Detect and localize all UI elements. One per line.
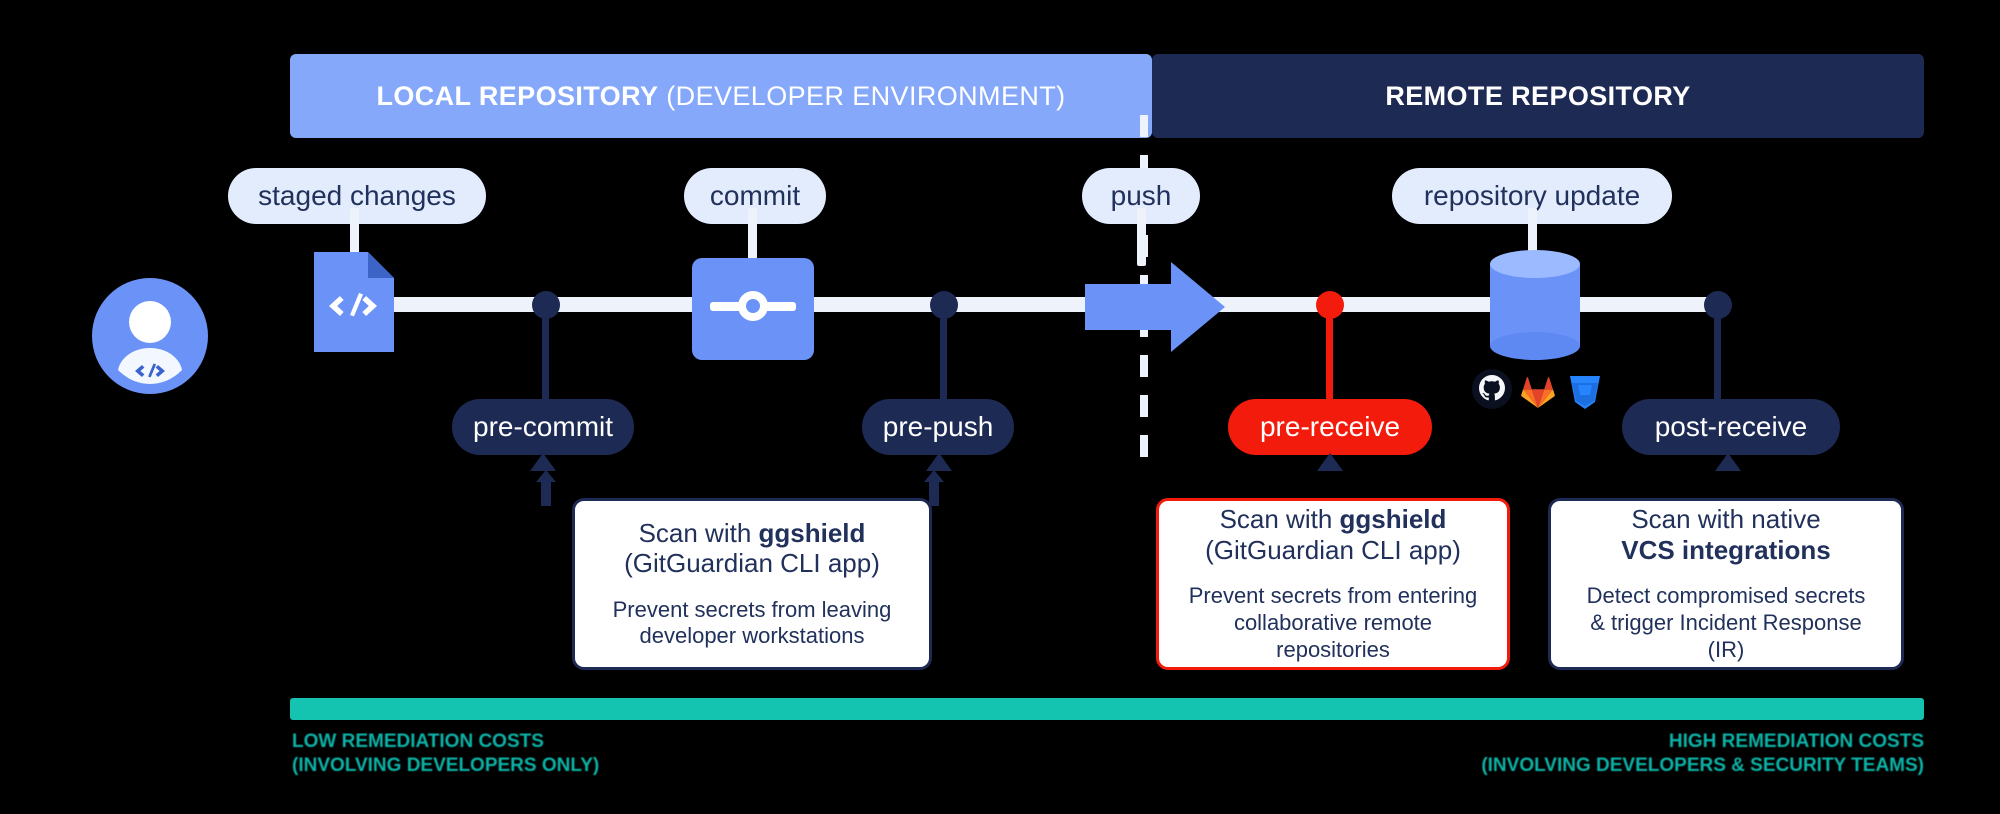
- band-remote-repository: REMOTE REPOSITORY: [1152, 54, 1924, 138]
- callout-pre-receive-headline-bold: ggshield: [1339, 504, 1447, 535]
- callout-card-pre-commit: Scan with ggshield (GitGuardian CLI app)…: [572, 498, 932, 670]
- band-remote-bold: REMOTE REPOSITORY: [1385, 80, 1691, 111]
- developer-avatar-icon: [92, 278, 208, 394]
- callout-pre-commit-body: Prevent secrets from leaving developer w…: [613, 597, 892, 651]
- remediation-cost-high-line2: (INVOLVING DEVELOPERS & SECURITY TEAMS): [1481, 754, 1924, 776]
- hook-pill-post-receive-label: post-receive: [1654, 411, 1808, 442]
- diagram-canvas: LOCAL REPOSITORY (DEVELOPER ENVIRONMENT)…: [0, 0, 2000, 814]
- vcs-icons-group: [1472, 369, 1600, 409]
- stem-push: [1137, 208, 1146, 266]
- code-file-icon: [314, 252, 394, 352]
- callout-pre-receive-headline-sub: (GitGuardian CLI app): [1205, 534, 1461, 565]
- callout-post-receive-body: Detect compromised secrets & trigger Inc…: [1569, 583, 1883, 663]
- callout-pre-commit-body-line1: Prevent secrets from leaving: [612, 596, 892, 622]
- callout-pre-commit-headline-sub: (GitGuardian CLI app): [624, 548, 880, 579]
- callout-pre-receive-body: Prevent secrets from entering collaborat…: [1177, 583, 1489, 663]
- callout-pre-receive-headline-plain: Scan with: [1219, 504, 1340, 535]
- remediation-cost-low-line1: LOW REMEDIATION COSTS: [292, 731, 544, 752]
- hook-pill-pre-receive[interactable]: pre-receive: [1228, 399, 1432, 455]
- push-arrow-icon: [1085, 262, 1225, 352]
- callout-pre-commit-headline: Scan with ggshield (GitGuardian CLI app): [624, 518, 880, 579]
- callout-post-receive-body-line2: & trigger Incident Response (IR): [1590, 610, 1862, 662]
- callout-pre-receive-body-line2: collaborative remote repositories: [1233, 610, 1433, 662]
- remediation-cost-high-line1: HIGH REMEDIATION COSTS: [1668, 731, 1924, 752]
- tail-post-receive: [1715, 453, 1741, 471]
- band-local-bold: LOCAL REPOSITORY: [376, 80, 659, 111]
- band-local-repository: LOCAL REPOSITORY (DEVELOPER ENVIRONMENT): [290, 54, 1152, 138]
- bitbucket-icon: [1570, 376, 1600, 409]
- commit-node-ring: [738, 291, 768, 321]
- remediation-cost-bar: [290, 698, 1924, 720]
- callout-post-receive-headline-bold: VCS integrations: [1621, 534, 1831, 565]
- hook-pill-pre-receive-label: pre-receive: [1259, 411, 1401, 442]
- callout-card-pre-receive: Scan with ggshield (GitGuardian CLI app)…: [1156, 498, 1510, 670]
- callout-card-post-receive: Scan with native VCS integrations Detect…: [1548, 498, 1904, 670]
- band-remote-label: REMOTE REPOSITORY: [1385, 81, 1690, 112]
- band-local-label: LOCAL REPOSITORY (DEVELOPER ENVIRONMENT): [376, 81, 1065, 112]
- remediation-cost-low-line2: (INVOLVING DEVELOPERS ONLY): [292, 754, 600, 776]
- callout-pre-receive-headline: Scan with ggshield (GitGuardian CLI app): [1205, 504, 1461, 565]
- hook-pill-pre-push-label: pre-push: [882, 411, 994, 442]
- hook-pill-pre-commit-label: pre-commit: [473, 411, 614, 442]
- stem-pre-push: [940, 305, 947, 401]
- stem-post-receive: [1714, 305, 1721, 401]
- remote-repository-database-icon: [1490, 250, 1580, 360]
- arrow-right-icon: [1085, 262, 1225, 352]
- remediation-cost-high: HIGH REMEDIATION COSTS (INVOLVING DEVELO…: [1481, 730, 1924, 778]
- gitlab-icon: [1521, 377, 1555, 408]
- stem-pre-receive: [1326, 305, 1333, 401]
- hook-pill-post-receive[interactable]: post-receive: [1622, 399, 1840, 455]
- stem-commit: [748, 208, 757, 264]
- callout-pre-commit-headline-bold: ggshield: [758, 517, 866, 548]
- callout-post-receive-body-line1: Detect compromised secrets: [1586, 583, 1866, 609]
- vcs-provider-icons: [1472, 366, 1604, 412]
- hook-pill-pre-push[interactable]: pre-push: [862, 399, 1014, 455]
- tail-pre-receive: [1317, 453, 1343, 471]
- band-local-regular: (DEVELOPER ENVIRONMENT): [658, 80, 1066, 111]
- stem-pre-commit: [542, 305, 549, 401]
- github-icon: [1472, 369, 1512, 409]
- callout-pre-receive-body-line1: Prevent secrets from entering: [1188, 583, 1478, 609]
- callout-pre-commit-body-line2: developer workstations: [639, 623, 865, 649]
- callout-post-receive-headline: Scan with native VCS integrations: [1621, 504, 1830, 565]
- staged-changes-file-icon: [314, 252, 394, 352]
- hook-pill-pre-commit[interactable]: pre-commit: [452, 399, 634, 455]
- developer-avatar: [92, 278, 208, 394]
- callout-pre-commit-headline-plain: Scan with: [638, 517, 759, 548]
- callout-post-receive-headline-plain: Scan with native: [1631, 504, 1821, 535]
- database-icon: [1490, 250, 1580, 360]
- remediation-cost-low: LOW REMEDIATION COSTS (INVOLVING DEVELOP…: [292, 730, 599, 778]
